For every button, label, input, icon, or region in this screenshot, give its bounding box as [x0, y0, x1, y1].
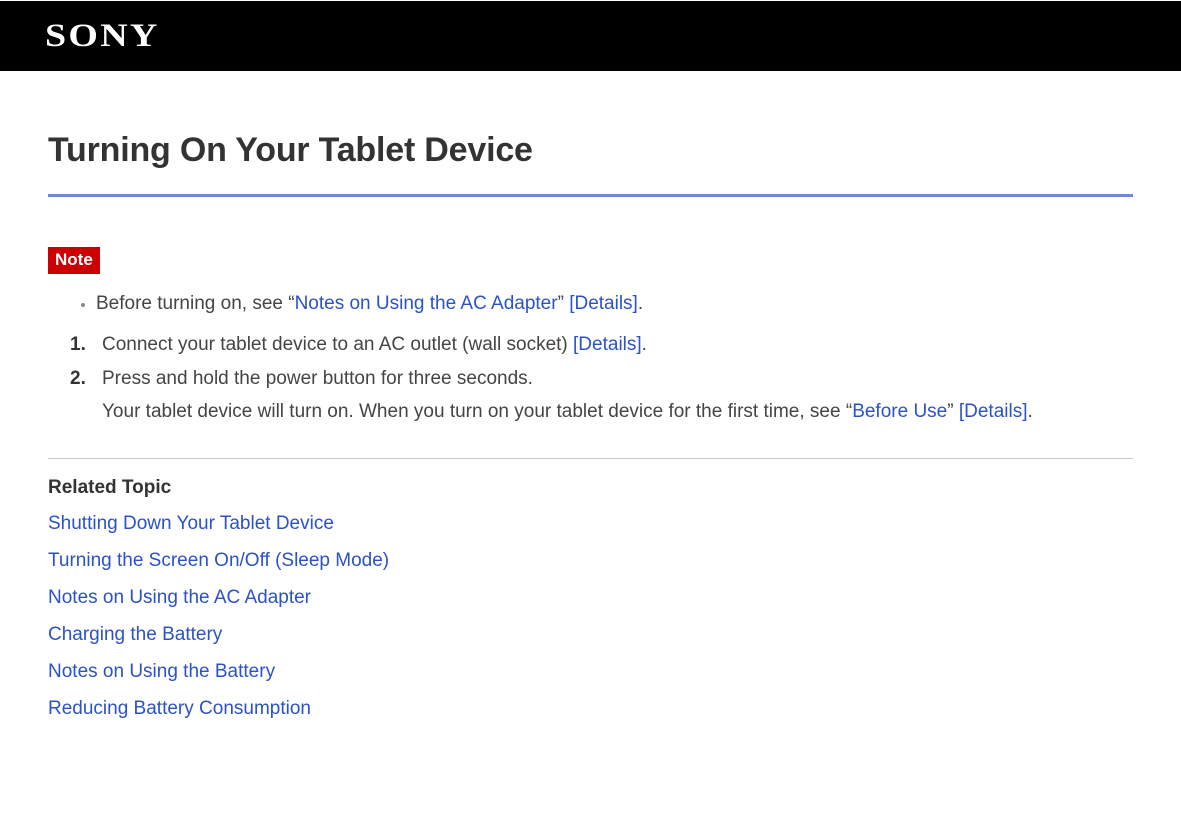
note-list: Before turning on, see “Notes on Using t…: [48, 288, 1133, 320]
note-link-details[interactable]: [Details]: [569, 293, 638, 314]
step-2-details-link[interactable]: [Details]: [959, 401, 1028, 422]
related-link-charging[interactable]: Charging the Battery: [48, 624, 222, 645]
related-item: Shutting Down Your Tablet Device: [48, 513, 1133, 535]
note-badge: Note: [48, 247, 100, 274]
step-2-sub-pre: Your tablet device will turn on. When yo…: [102, 401, 852, 422]
related-link-reduce-consumption[interactable]: Reducing Battery Consumption: [48, 698, 311, 719]
step-2-sub-mid: ”: [947, 401, 959, 422]
related-list: Shutting Down Your Tablet Device Turning…: [48, 513, 1133, 720]
related-item: Notes on Using the Battery: [48, 661, 1133, 683]
related-link-shutdown[interactable]: Shutting Down Your Tablet Device: [48, 513, 334, 534]
page-title: Turning On Your Tablet Device: [48, 131, 1133, 170]
related-item: Charging the Battery: [48, 624, 1133, 646]
main-content: Turning On Your Tablet Device Note Befor…: [0, 71, 1181, 755]
related-link-battery-notes[interactable]: Notes on Using the Battery: [48, 661, 275, 682]
step-1-post: .: [642, 334, 647, 355]
related-item: Reducing Battery Consumption: [48, 698, 1133, 720]
step-2-text: Press and hold the power button for thre…: [102, 368, 533, 389]
step-2-sub: Your tablet device will turn on. When yo…: [102, 395, 1133, 428]
note-text-mid: ”: [558, 293, 570, 314]
section-rule: [48, 458, 1133, 459]
steps-list: Connect your tablet device to an AC outl…: [48, 328, 1133, 428]
note-link-ac-adapter[interactable]: Notes on Using the AC Adapter: [295, 293, 558, 314]
step-1: Connect your tablet device to an AC outl…: [96, 328, 1133, 361]
note-text-pre: Before turning on, see “: [96, 293, 295, 314]
step-2-before-use-link[interactable]: Before Use: [852, 401, 947, 422]
step-2-sub-post: .: [1027, 401, 1032, 422]
step-1-details-link[interactable]: [Details]: [573, 334, 642, 355]
header-bar: SONY: [0, 1, 1181, 71]
related-heading: Related Topic: [48, 477, 1133, 499]
related-link-ac-adapter[interactable]: Notes on Using the AC Adapter: [48, 587, 311, 608]
note-text-post: .: [638, 293, 643, 314]
step-1-text: Connect your tablet device to an AC outl…: [102, 334, 573, 355]
step-2: Press and hold the power button for thre…: [96, 362, 1133, 429]
title-rule: [48, 194, 1133, 197]
related-item: Notes on Using the AC Adapter: [48, 587, 1133, 609]
related-link-sleep[interactable]: Turning the Screen On/Off (Sleep Mode): [48, 550, 389, 571]
related-item: Turning the Screen On/Off (Sleep Mode): [48, 550, 1133, 572]
note-item: Before turning on, see “Notes on Using t…: [96, 288, 1133, 320]
brand-logo: SONY: [45, 18, 160, 55]
